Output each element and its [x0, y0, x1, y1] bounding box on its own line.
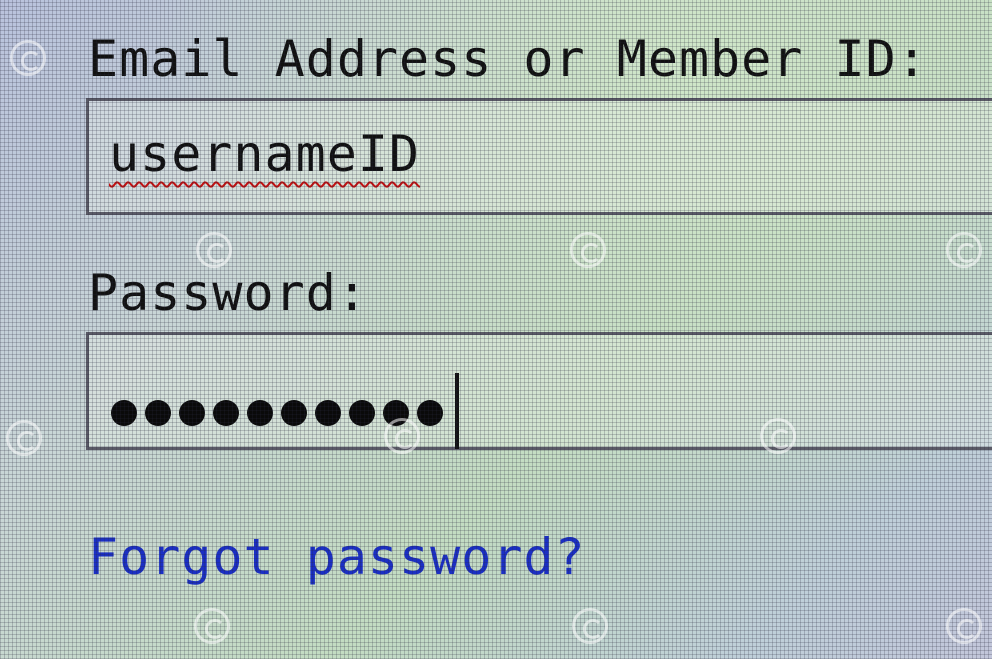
password-mask-dot [247, 400, 273, 426]
password-mask-dot [145, 400, 171, 426]
watermark-logo-icon [760, 418, 796, 454]
email-field[interactable]: usernameID [86, 98, 992, 215]
watermark-logo-icon [194, 608, 230, 644]
watermark-logo-icon [572, 608, 608, 644]
forgot-password-link[interactable]: Forgot password? [88, 528, 586, 586]
watermark-logo-icon [10, 40, 46, 76]
password-mask-dot [179, 400, 205, 426]
watermark-logo-icon [384, 418, 420, 454]
password-mask-dot [315, 400, 341, 426]
password-mask-dot [213, 400, 239, 426]
watermark-logo-icon [196, 232, 232, 268]
password-mask-dot [281, 400, 307, 426]
email-field-value: usernameID [109, 125, 421, 183]
password-label: Password: [88, 264, 368, 322]
watermark-logo-icon [946, 232, 982, 268]
password-mask-dot [349, 400, 375, 426]
watermark-logo-icon [570, 232, 606, 268]
text-caret [455, 373, 459, 449]
email-label: Email Address or Member ID: [88, 30, 928, 88]
watermark-logo-icon [6, 420, 42, 456]
password-mask-dot [417, 400, 443, 426]
watermark-logo-icon [946, 608, 982, 644]
password-field[interactable] [86, 332, 992, 450]
password-mask-dot [111, 400, 137, 426]
